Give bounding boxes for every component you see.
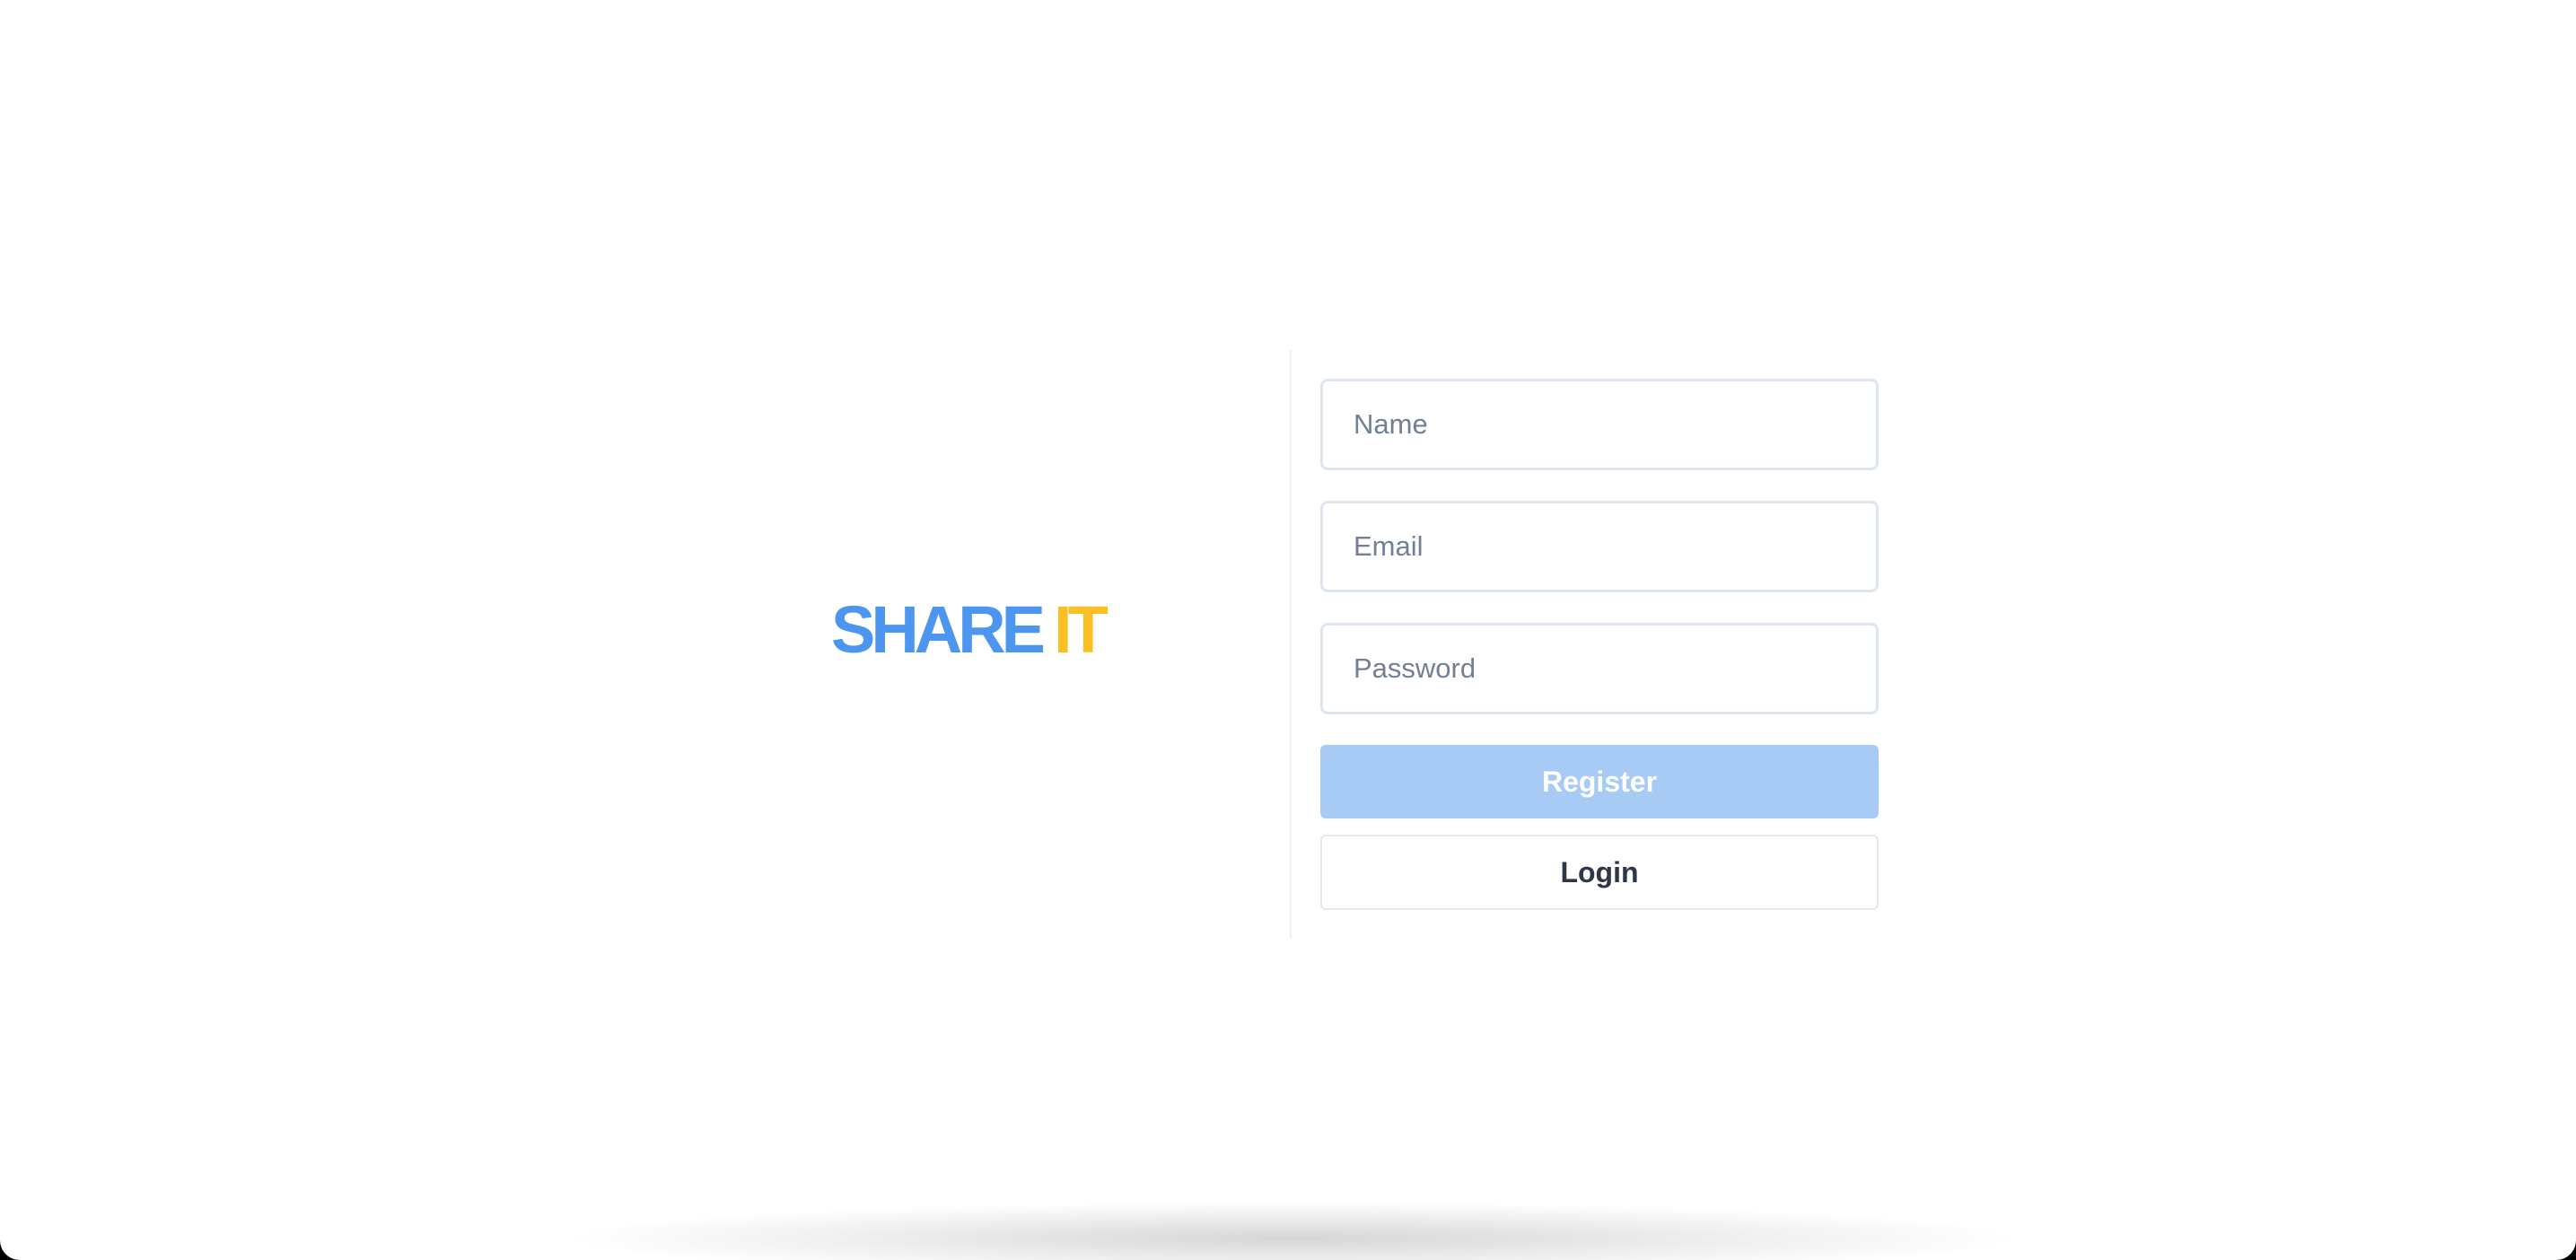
brand-word-it: IT xyxy=(1054,592,1108,667)
app-window: SHAREIT Register Login xyxy=(0,0,2576,1260)
name-input[interactable] xyxy=(1320,379,1879,470)
brand-logo: SHARE IT xyxy=(831,591,1108,669)
brand-word-share: SHARE xyxy=(831,592,1046,667)
email-input[interactable] xyxy=(1320,501,1879,592)
bottom-shadow xyxy=(574,1203,2011,1260)
register-form: Register Login xyxy=(1320,379,1879,910)
register-button[interactable]: Register xyxy=(1320,745,1879,818)
login-button[interactable]: Login xyxy=(1320,835,1879,910)
vertical-divider xyxy=(1290,350,1292,939)
password-input[interactable] xyxy=(1320,623,1879,714)
